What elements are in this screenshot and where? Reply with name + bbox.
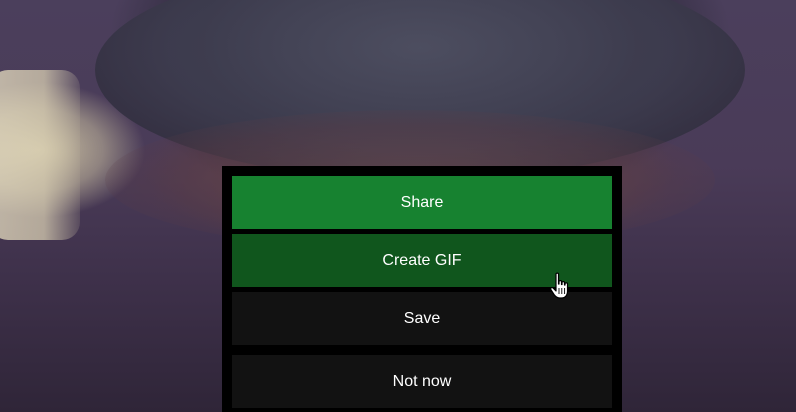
not-now-button[interactable]: Not now — [232, 355, 612, 408]
create-gif-button-label: Create GIF — [382, 251, 462, 269]
save-button-label: Save — [403, 309, 441, 327]
background-cup — [0, 70, 80, 240]
hand-pointer-icon — [550, 272, 569, 299]
share-button[interactable]: Share — [232, 176, 612, 229]
not-now-button-label: Not now — [392, 372, 452, 390]
photo-background: Share Create GIF Save Not now — [0, 0, 796, 412]
share-button-label: Share — [400, 193, 444, 211]
